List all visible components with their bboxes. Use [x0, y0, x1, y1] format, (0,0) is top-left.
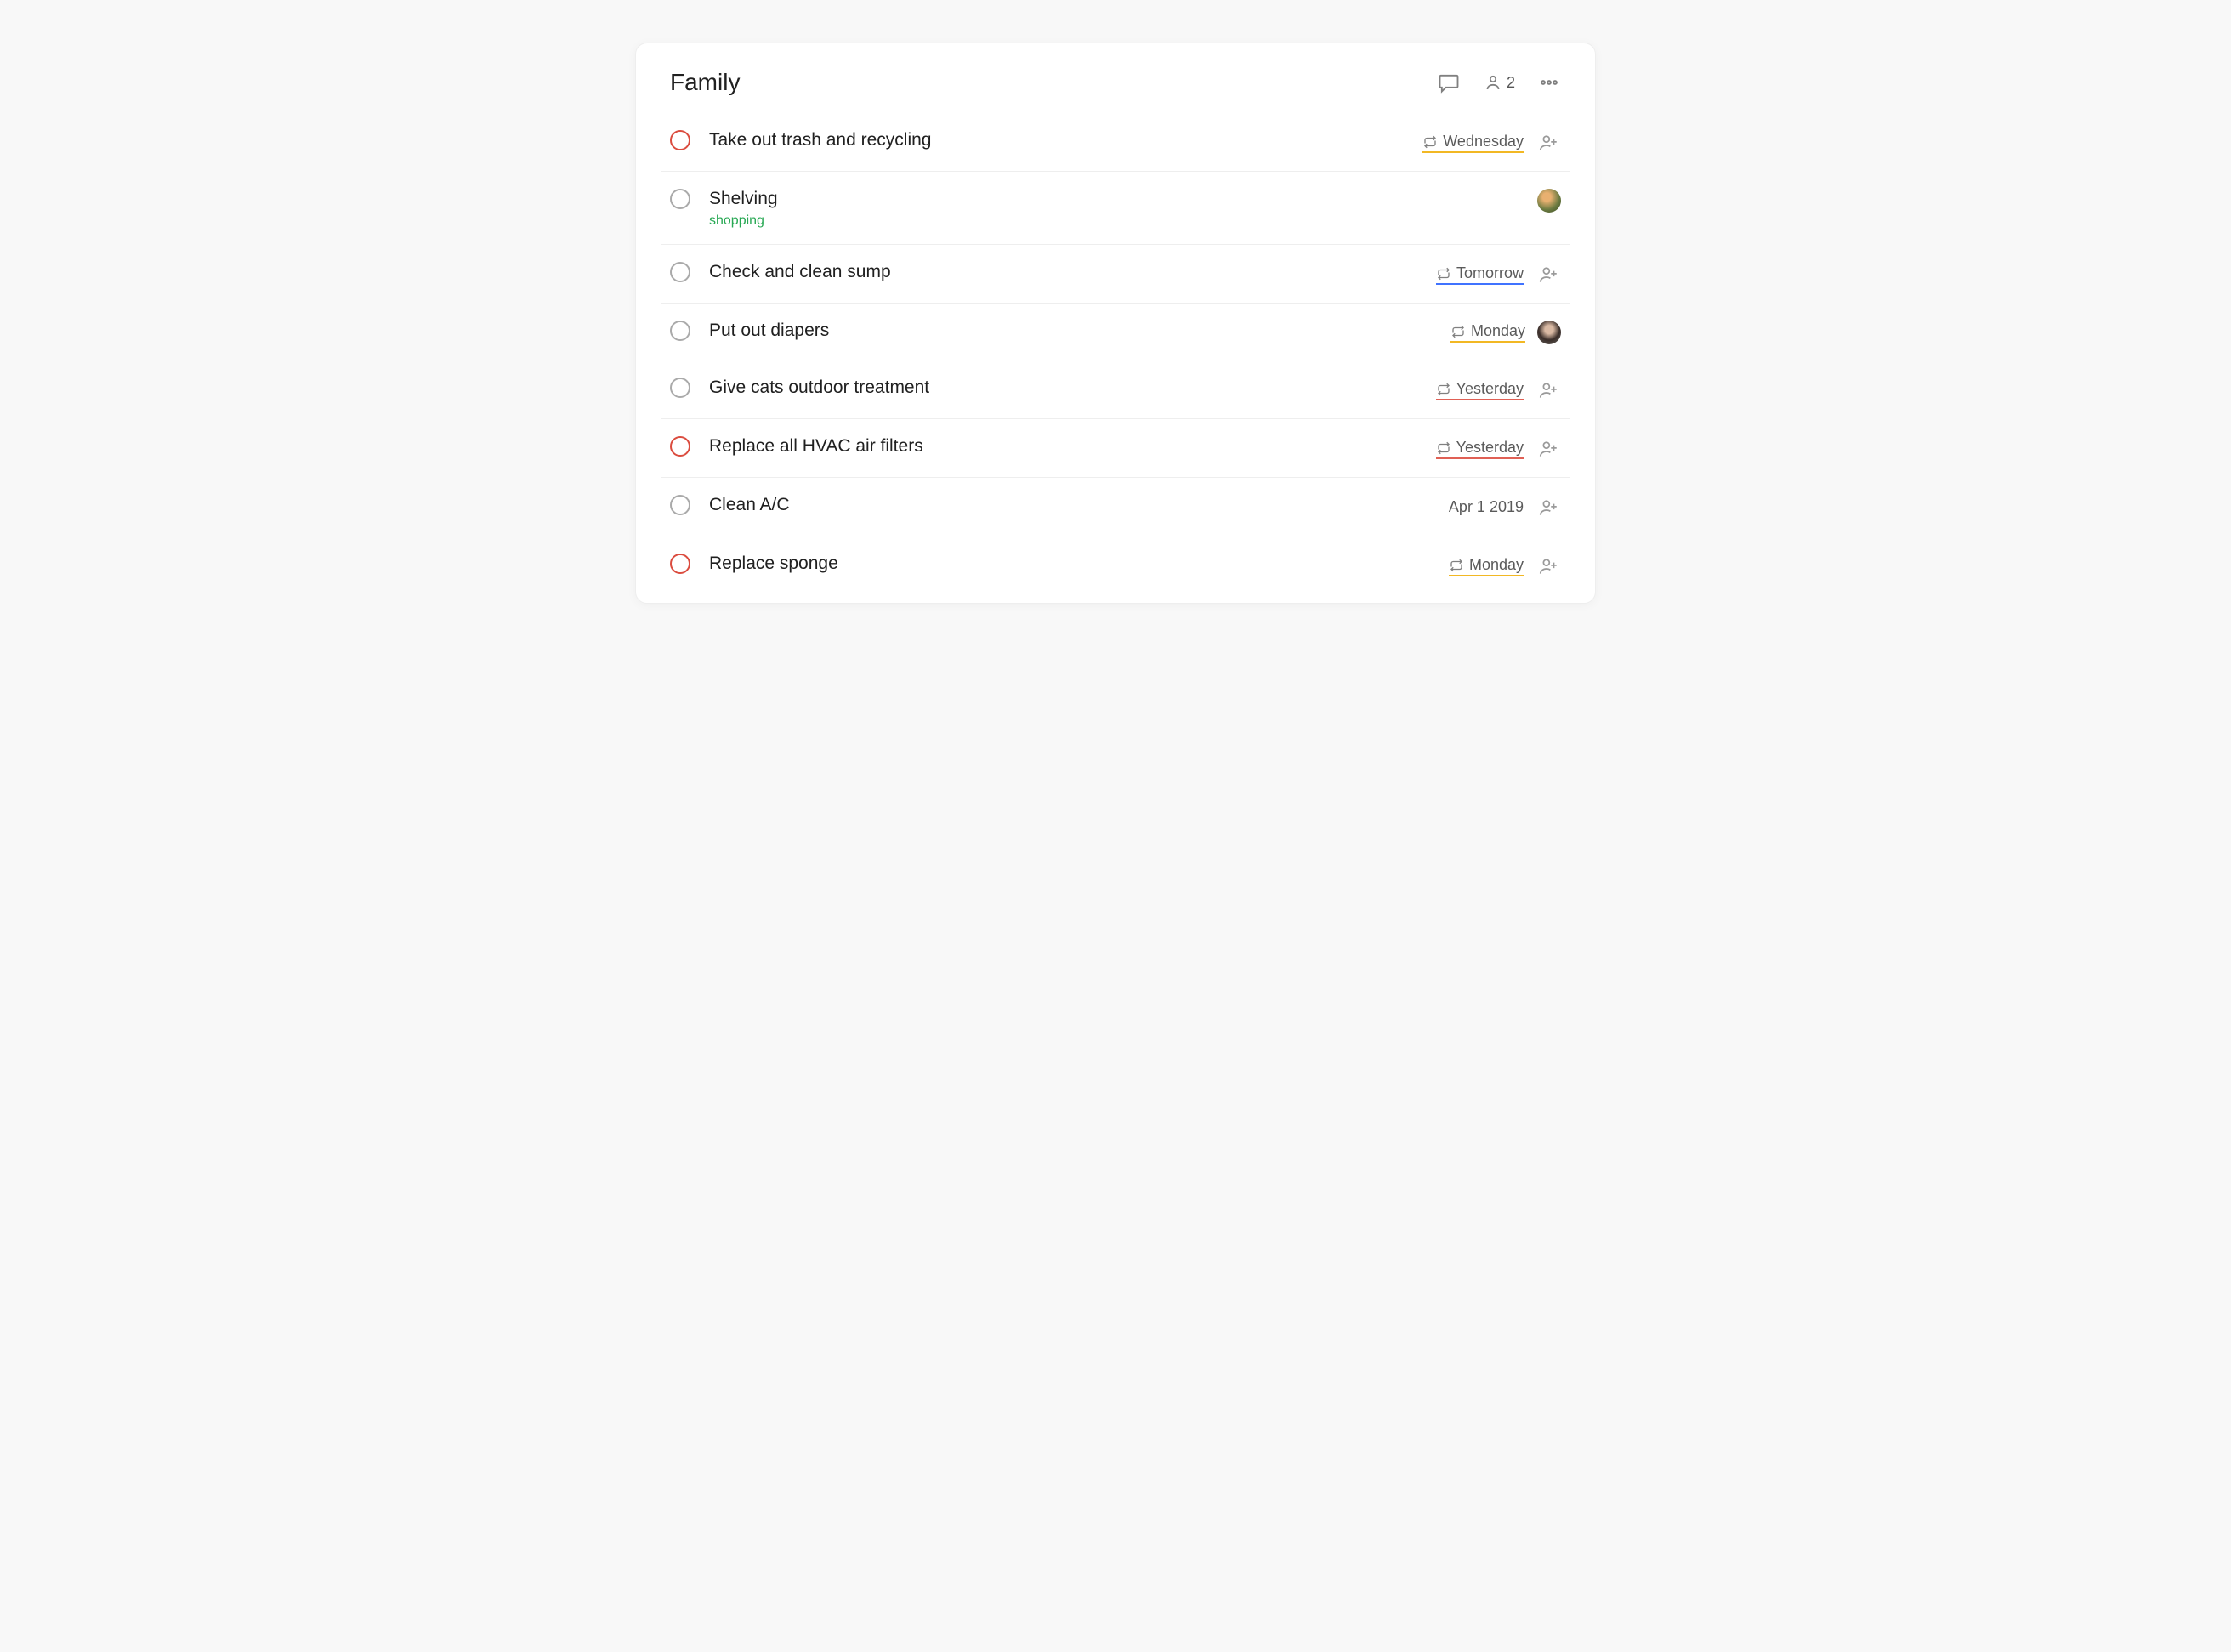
task-row[interactable]: Take out trash and recycling Wednesday [661, 113, 1570, 171]
recurring-icon [1436, 440, 1451, 456]
task-title: Shelving [709, 187, 1519, 210]
people-count: 2 [1507, 74, 1515, 92]
due-date-text: Wednesday [1443, 133, 1524, 150]
card-header: Family 2 [661, 69, 1570, 113]
assign-button[interactable] [1536, 262, 1561, 287]
task-row[interactable]: Replace all HVAC air filters Yesterday [661, 418, 1570, 477]
task-body: Give cats outdoor treatment [709, 376, 1417, 399]
project-title: Family [670, 69, 740, 96]
task-body: Check and clean sump [709, 260, 1417, 283]
due-date-text: Yesterday [1456, 380, 1524, 398]
task-checkbox[interactable] [670, 262, 690, 282]
task-body: Replace all HVAC air filters [709, 434, 1417, 457]
task-title: Clean A/C [709, 493, 1430, 516]
more-button[interactable] [1537, 71, 1561, 94]
task-title: Replace sponge [709, 552, 1430, 575]
task-list: Take out trash and recycling Wednesday S… [661, 113, 1570, 594]
more-horizontal-icon [1537, 71, 1561, 94]
task-meta [1537, 189, 1561, 213]
recurring-icon [1450, 324, 1466, 339]
recurring-icon [1436, 382, 1451, 397]
task-meta: Yesterday [1436, 378, 1561, 403]
task-title: Replace all HVAC air filters [709, 434, 1417, 457]
recurring-icon [1436, 382, 1451, 397]
recurring-icon [1449, 558, 1464, 573]
chat-bubble-icon [1437, 71, 1461, 94]
recurring-icon [1422, 134, 1438, 150]
task-body: Clean A/C [709, 493, 1430, 516]
assign-button[interactable] [1536, 554, 1561, 579]
due-date-text: Tomorrow [1456, 264, 1524, 282]
assign-person-icon [1537, 497, 1559, 519]
due-date-text: Apr 1 2019 [1449, 498, 1524, 516]
recurring-icon [1436, 440, 1451, 456]
task-title: Take out trash and recycling [709, 128, 1404, 151]
task-title: Check and clean sump [709, 260, 1417, 283]
assign-button[interactable] [1536, 436, 1561, 462]
task-meta: Apr 1 2019 [1449, 495, 1561, 520]
comments-button[interactable] [1437, 71, 1461, 94]
assign-button[interactable] [1536, 495, 1561, 520]
recurring-icon [1436, 266, 1451, 281]
due-date-text: Monday [1471, 322, 1525, 340]
task-checkbox[interactable] [670, 554, 690, 574]
task-row[interactable]: Give cats outdoor treatment Yesterday [661, 360, 1570, 418]
task-meta: Monday [1450, 321, 1561, 344]
due-date[interactable]: Wednesday [1422, 133, 1524, 153]
assignee-avatar[interactable] [1537, 189, 1561, 213]
assign-person-icon [1537, 379, 1559, 401]
recurring-icon [1422, 134, 1438, 150]
task-row[interactable]: Clean A/C Apr 1 2019 [661, 477, 1570, 536]
assign-person-icon [1537, 264, 1559, 286]
assign-button[interactable] [1536, 130, 1561, 156]
task-meta: Monday [1449, 554, 1561, 579]
task-meta: Yesterday [1436, 436, 1561, 462]
due-date[interactable]: Monday [1450, 322, 1525, 343]
task-row[interactable]: Shelving shopping [661, 171, 1570, 244]
due-date[interactable]: Monday [1449, 556, 1524, 576]
assign-person-icon [1537, 555, 1559, 577]
due-date-text: Yesterday [1456, 439, 1524, 457]
task-body: Shelving shopping [709, 187, 1519, 229]
recurring-icon [1449, 558, 1464, 573]
task-body: Take out trash and recycling [709, 128, 1404, 151]
assign-person-icon [1537, 132, 1559, 154]
due-date[interactable]: Yesterday [1436, 439, 1524, 459]
project-card: Family 2 Take out trash and recycling We… [635, 43, 1596, 604]
task-row[interactable]: Check and clean sump Tomorrow [661, 244, 1570, 303]
task-body: Replace sponge [709, 552, 1430, 575]
assignee-avatar[interactable] [1537, 321, 1561, 344]
task-row[interactable]: Put out diapers Monday [661, 303, 1570, 360]
task-row[interactable]: Replace sponge Monday [661, 536, 1570, 594]
task-body: Put out diapers [709, 319, 1432, 342]
due-date[interactable]: Tomorrow [1436, 264, 1524, 285]
task-meta: Wednesday [1422, 130, 1561, 156]
task-meta: Tomorrow [1436, 262, 1561, 287]
task-tag[interactable]: shopping [709, 213, 1519, 229]
due-date-text: Monday [1469, 556, 1524, 574]
task-checkbox[interactable] [670, 436, 690, 457]
recurring-icon [1450, 324, 1466, 339]
recurring-icon [1436, 266, 1451, 281]
person-icon [1483, 72, 1503, 93]
due-date[interactable]: Yesterday [1436, 380, 1524, 400]
task-title: Put out diapers [709, 319, 1432, 342]
task-checkbox[interactable] [670, 495, 690, 515]
assign-person-icon [1537, 438, 1559, 460]
task-title: Give cats outdoor treatment [709, 376, 1417, 399]
task-checkbox[interactable] [670, 378, 690, 398]
task-checkbox[interactable] [670, 189, 690, 209]
due-date[interactable]: Apr 1 2019 [1449, 498, 1524, 518]
task-checkbox[interactable] [670, 321, 690, 341]
header-actions: 2 [1437, 71, 1561, 94]
task-checkbox[interactable] [670, 130, 690, 150]
assign-button[interactable] [1536, 378, 1561, 403]
people-button[interactable]: 2 [1483, 72, 1515, 93]
